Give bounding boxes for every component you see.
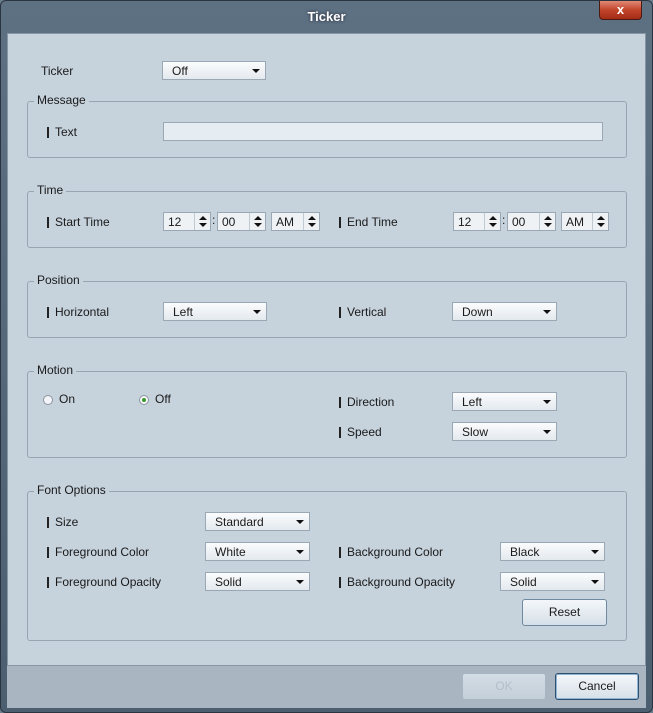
- size-label: Size: [47, 515, 78, 529]
- start-minute-spinner[interactable]: 00: [217, 212, 266, 231]
- direction-label: Direction: [339, 395, 394, 409]
- arrow-up-icon: [308, 216, 316, 220]
- vertical-label: Vertical: [339, 305, 386, 319]
- arrow-up-icon: [489, 216, 497, 220]
- arrow-up-icon: [544, 216, 552, 220]
- foreground-color-value: White: [215, 545, 246, 559]
- start-hour-spinner[interactable]: 12: [163, 212, 211, 231]
- arrow-up-icon: [254, 216, 262, 220]
- spinner-buttons[interactable]: [539, 213, 555, 230]
- foreground-opacity-value: Solid: [215, 575, 242, 589]
- background-color-label: Background Color: [339, 545, 443, 559]
- foreground-opacity-dropdown[interactable]: Solid: [205, 572, 310, 591]
- spinner-buttons[interactable]: [484, 213, 500, 230]
- background-opacity-label: Background Opacity: [339, 575, 455, 589]
- ticker-value: Off: [172, 64, 188, 78]
- arrow-down-icon: [199, 223, 207, 227]
- background-color-dropdown[interactable]: Black: [500, 542, 605, 561]
- end-minute-spinner[interactable]: 00: [507, 212, 556, 231]
- arrow-up-icon: [597, 216, 605, 220]
- end-ampm-spinner[interactable]: AM: [561, 212, 609, 231]
- end-minute-value: 00: [512, 215, 526, 229]
- end-time-label: End Time: [339, 215, 398, 229]
- message-text-input[interactable]: [163, 122, 603, 141]
- motion-legend: Motion: [34, 363, 77, 377]
- background-opacity-value: Solid: [510, 575, 537, 589]
- vertical-dropdown[interactable]: Down: [452, 302, 557, 321]
- motion-group: Motion On Off Direction Left Speed Slow: [27, 363, 627, 458]
- position-group: Position Horizontal Left Vertical Down: [27, 273, 627, 338]
- end-hour-spinner[interactable]: 12: [453, 212, 501, 231]
- chevron-down-icon: [543, 310, 551, 314]
- chevron-down-icon: [252, 69, 260, 73]
- foreground-color-label: Foreground Color: [47, 545, 149, 559]
- font-options-group: Font Options Size Standard Foreground Co…: [27, 483, 627, 641]
- background-color-value: Black: [510, 545, 540, 559]
- arrow-down-icon: [254, 223, 262, 227]
- ticker-label: Ticker: [41, 64, 74, 78]
- chevron-down-icon: [591, 550, 599, 554]
- start-minute-value: 00: [222, 215, 236, 229]
- direction-value: Left: [462, 395, 483, 409]
- dialog-body: Ticker Off Message Text Time Start Time …: [7, 33, 646, 666]
- vertical-value: Down: [462, 305, 493, 319]
- ticker-dialog: Ticker x Ticker Off Message Text Time St…: [0, 0, 653, 713]
- horizontal-value: Left: [173, 305, 194, 319]
- position-legend: Position: [34, 273, 83, 287]
- speed-label: Speed: [339, 425, 382, 439]
- message-group: Message Text: [27, 93, 627, 158]
- direction-dropdown[interactable]: Left: [452, 392, 557, 411]
- chevron-down-icon: [296, 520, 304, 524]
- horizontal-label: Horizontal: [47, 305, 109, 319]
- window-title: Ticker: [307, 9, 346, 24]
- chevron-down-icon: [591, 580, 599, 584]
- spinner-buttons[interactable]: [303, 213, 319, 230]
- message-legend: Message: [34, 93, 89, 107]
- font-options-legend: Font Options: [34, 483, 109, 497]
- chevron-down-icon: [296, 550, 304, 554]
- chevron-down-icon: [543, 400, 551, 404]
- arrow-down-icon: [489, 223, 497, 227]
- horizontal-dropdown[interactable]: Left: [163, 302, 267, 321]
- ok-button[interactable]: OK: [462, 673, 546, 700]
- ticker-dropdown[interactable]: Off: [162, 61, 266, 80]
- foreground-opacity-label: Foreground Opacity: [47, 575, 161, 589]
- foreground-color-dropdown[interactable]: White: [205, 542, 310, 561]
- arrow-down-icon: [308, 223, 316, 227]
- start-ampm-value: AM: [276, 215, 294, 229]
- motion-off-radio[interactable]: [139, 395, 149, 405]
- text-label: Text: [47, 125, 77, 139]
- spinner-buttons[interactable]: [194, 213, 210, 230]
- motion-on-label: On: [59, 392, 76, 406]
- size-dropdown[interactable]: Standard: [205, 512, 310, 531]
- start-hour-value: 12: [168, 215, 182, 229]
- size-value: Standard: [215, 515, 264, 529]
- time-group: Time Start Time 12 : 00 AM End Time 12 :: [27, 183, 627, 248]
- spinner-buttons[interactable]: [592, 213, 608, 230]
- chevron-down-icon: [543, 430, 551, 434]
- close-button[interactable]: x: [599, 1, 642, 20]
- reset-button[interactable]: Reset: [522, 599, 607, 626]
- spinner-buttons[interactable]: [249, 213, 265, 230]
- chevron-down-icon: [253, 310, 261, 314]
- motion-off-label: Off: [155, 392, 171, 406]
- arrow-down-icon: [597, 223, 605, 227]
- start-time-label: Start Time: [47, 215, 110, 229]
- speed-dropdown[interactable]: Slow: [452, 422, 557, 441]
- time-separator: :: [212, 213, 216, 227]
- time-separator: :: [502, 213, 506, 227]
- start-ampm-spinner[interactable]: AM: [271, 212, 320, 231]
- cancel-button[interactable]: Cancel: [555, 673, 639, 700]
- speed-value: Slow: [462, 425, 489, 439]
- chevron-down-icon: [296, 580, 304, 584]
- dialog-footer: OK Cancel: [7, 666, 646, 708]
- end-hour-value: 12: [458, 215, 472, 229]
- title-bar[interactable]: Ticker x: [1, 1, 652, 33]
- arrow-up-icon: [199, 216, 207, 220]
- background-opacity-dropdown[interactable]: Solid: [500, 572, 605, 591]
- motion-on-radio[interactable]: [43, 395, 53, 405]
- time-legend: Time: [34, 183, 67, 197]
- end-ampm-value: AM: [566, 215, 584, 229]
- arrow-down-icon: [544, 223, 552, 227]
